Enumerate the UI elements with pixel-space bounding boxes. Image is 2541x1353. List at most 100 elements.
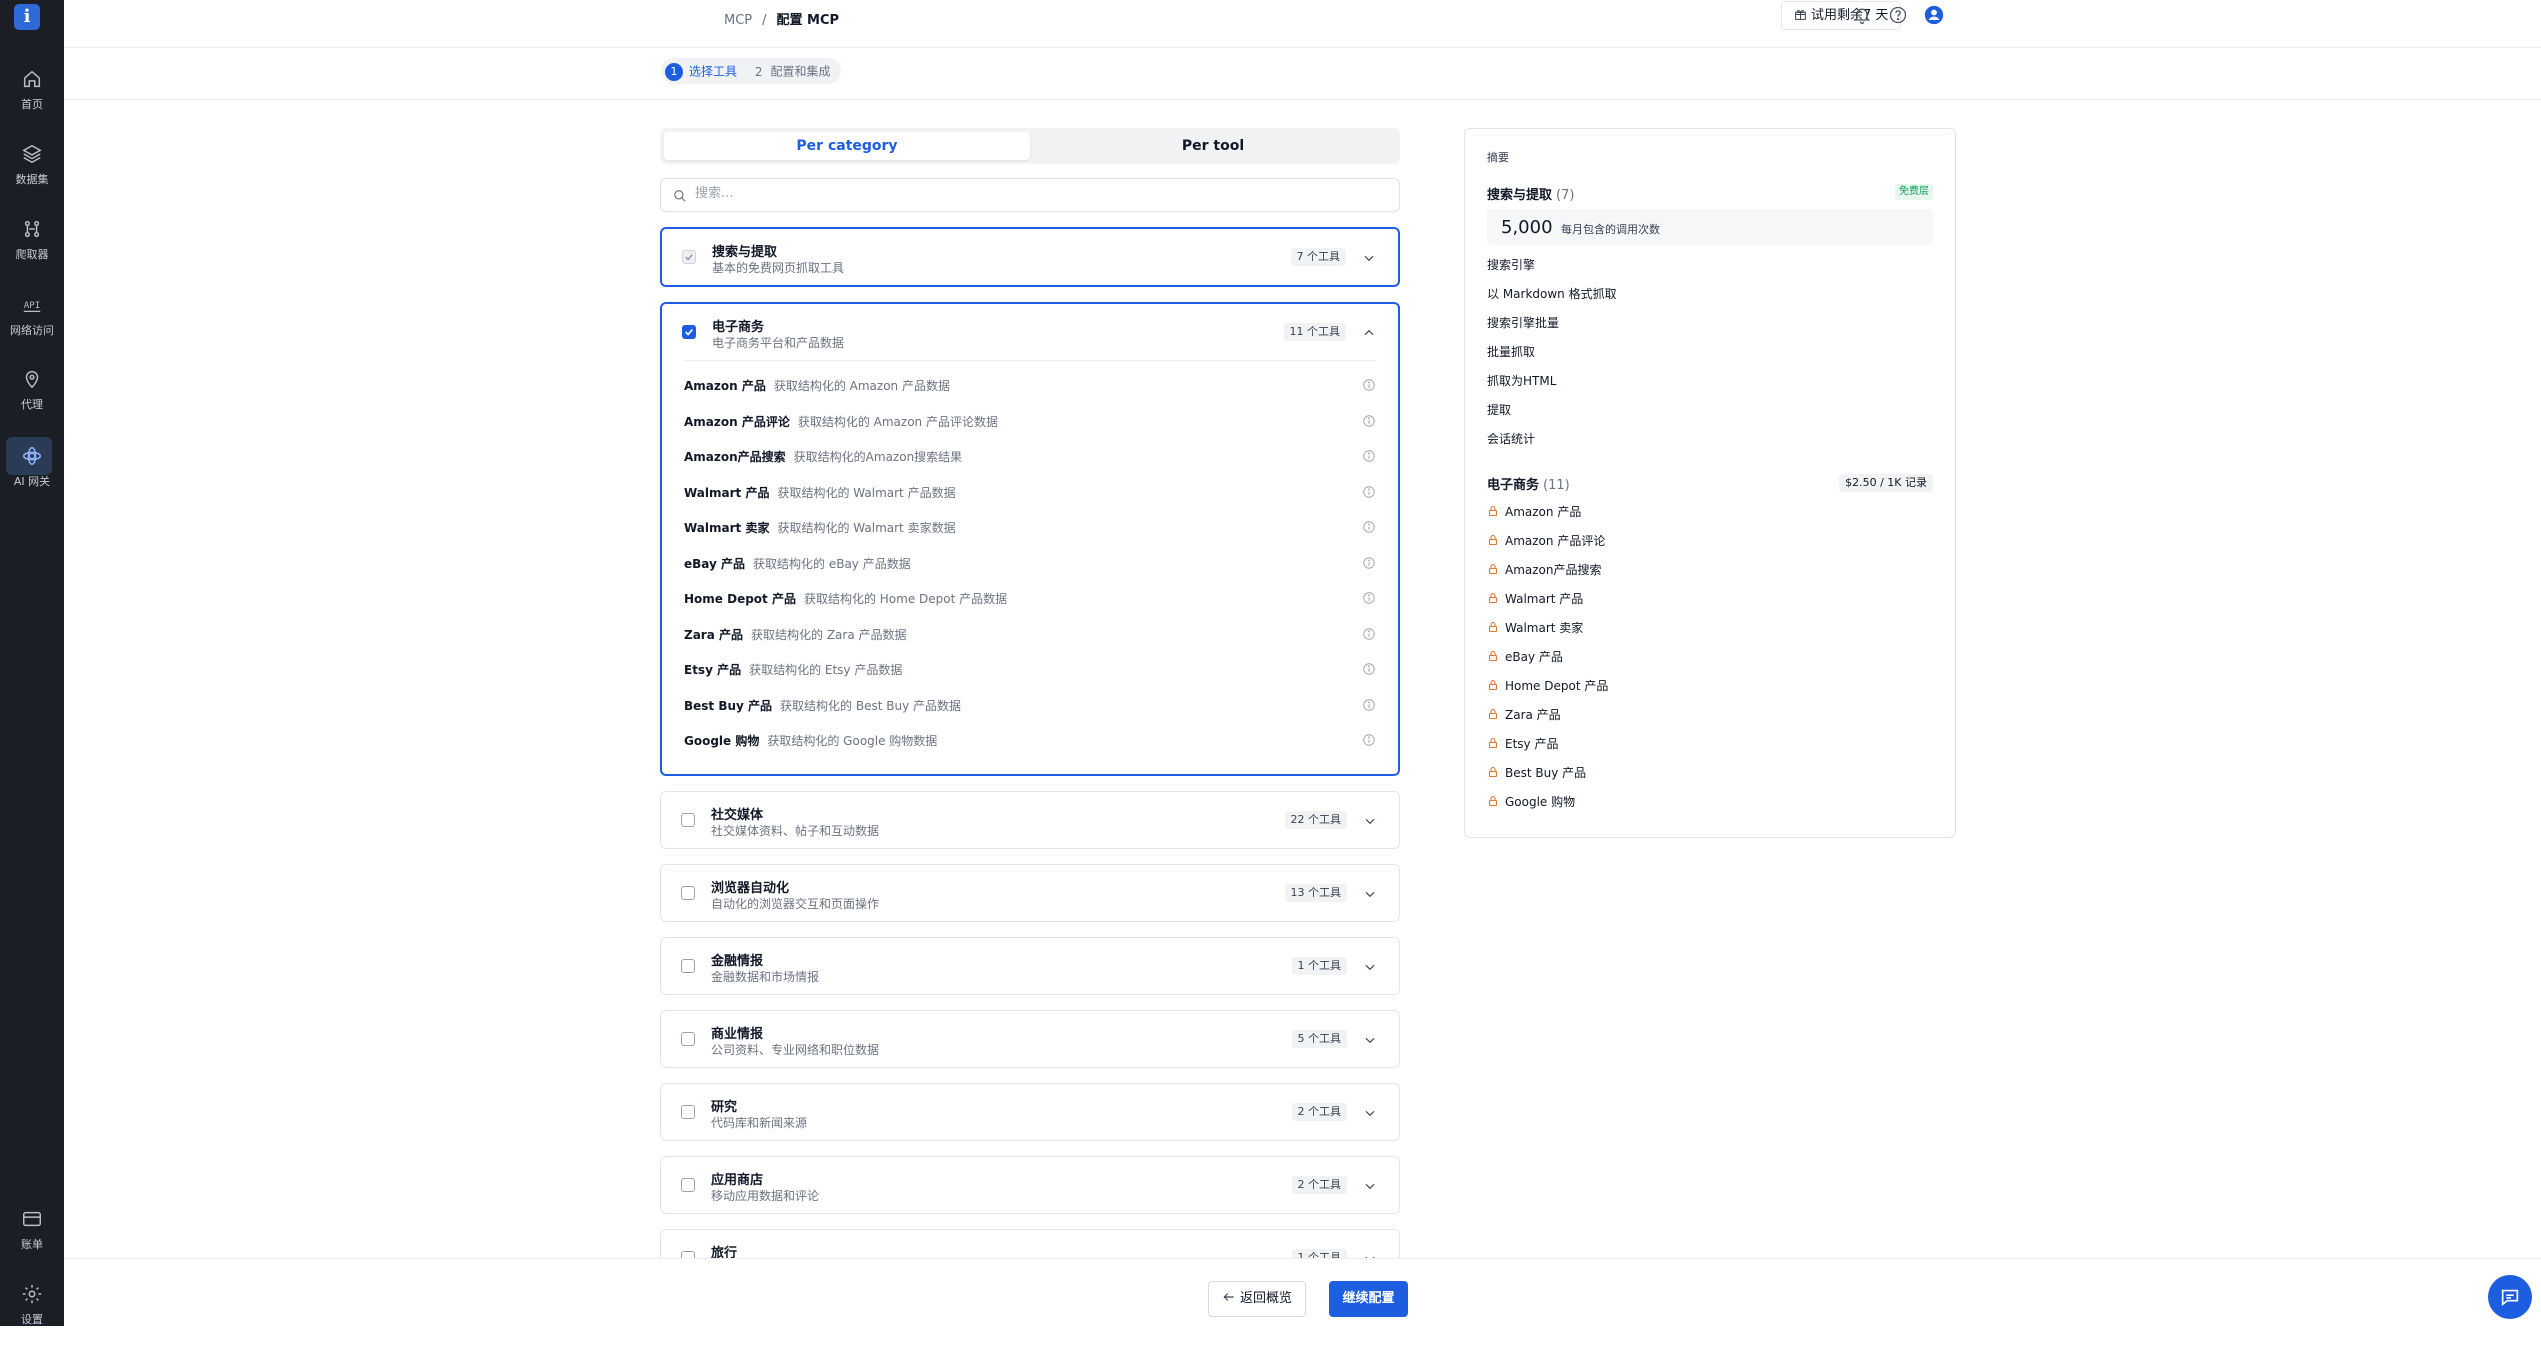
sidebar-item-settings[interactable]: 设置: [0, 1283, 64, 1353]
tool-description: 获取结构化的 Amazon 产品数据: [773, 379, 950, 393]
sidebar-item-datasets[interactable]: 数据集: [0, 143, 64, 213]
breadcrumb-root[interactable]: MCP: [724, 13, 752, 28]
lock-icon: [1488, 737, 1498, 749]
tool-row[interactable]: Google 购物 获取结构化的 Google 购物数据: [684, 732, 1376, 768]
category-card[interactable]: 浏览器自动化 自动化的浏览器交互和页面操作 13 个工具: [660, 863, 1400, 922]
category-checkbox[interactable]: [681, 1031, 695, 1046]
chevron-down-icon[interactable]: [1363, 1179, 1377, 1193]
chevron-down-icon[interactable]: [1363, 960, 1377, 974]
back-to-overview-button[interactable]: 返回概览: [1208, 1281, 1306, 1317]
info-icon[interactable]: [1362, 698, 1376, 712]
gift-icon: [1795, 10, 1806, 20]
category-card[interactable]: 商业情报 公司资料、专业网络和职位数据 5 个工具: [660, 1009, 1400, 1068]
step-2-number: 2: [754, 64, 763, 79]
tool-row[interactable]: Etsy 产品 获取结构化的 Etsy 产品数据: [684, 661, 1376, 697]
tool-row[interactable]: Best Buy 产品 获取结构化的 Best Buy 产品数据: [684, 697, 1376, 733]
tool-row[interactable]: Zara 产品 获取结构化的 Zara 产品数据: [684, 626, 1376, 662]
tool-row[interactable]: Home Depot 产品 获取结构化的 Home Depot 产品数据: [684, 590, 1376, 626]
tool-row[interactable]: eBay 产品 获取结构化的 eBay 产品数据: [684, 555, 1376, 591]
sidebar-item-ai-gateway[interactable]: AI 网关: [0, 437, 64, 515]
chevron-down-icon[interactable]: [1363, 1106, 1377, 1120]
category-title: 金融情报: [711, 953, 764, 969]
category-checkbox[interactable]: [681, 812, 695, 827]
sidebar-item-billing[interactable]: 账单: [0, 1208, 64, 1278]
category-card[interactable]: 社交媒体 社交媒体资料、帖子和互动数据 22 个工具: [660, 790, 1400, 849]
category-card[interactable]: 旅行 1 个工具: [660, 1228, 1400, 1258]
tool-name: Amazon 产品: [684, 379, 766, 393]
category-checkbox[interactable]: [681, 885, 695, 900]
info-icon[interactable]: [1362, 485, 1376, 499]
tab-per-category[interactable]: Per category: [664, 132, 1030, 160]
category-checkbox[interactable]: [681, 1104, 695, 1119]
category-checkbox[interactable]: [681, 958, 695, 973]
category-title: 搜索与提取: [712, 245, 778, 260]
category-card[interactable]: 应用商店 移动应用数据和评论 2 个工具: [660, 1155, 1400, 1214]
billing-icon: [23, 1211, 41, 1227]
back-label: 返回概览: [1239, 1291, 1292, 1306]
tool-row[interactable]: Amazon 产品 获取结构化的 Amazon 产品数据: [684, 377, 1376, 413]
category-checkbox[interactable]: [682, 325, 696, 339]
check-icon: [685, 328, 693, 336]
tool-description: 获取结构化的 Google 购物数据: [767, 734, 938, 748]
summary-section-title: 电子商务 (11): [1487, 474, 1570, 493]
step-2-label[interactable]: 配置和集成: [770, 65, 830, 79]
lock-icon: [1488, 592, 1498, 604]
step-1-label[interactable]: 选择工具: [689, 65, 737, 79]
tool-name: Amazon产品搜索: [684, 450, 786, 464]
sidebar-item-scrapers[interactable]: 爬取器: [0, 218, 64, 288]
category-card-ecommerce[interactable]: 电子商务 电子商务平台和产品数据 11 个工具 Amazon 产品 获取结构化的 …: [660, 302, 1400, 776]
quota-number: 5,000: [1501, 217, 1553, 238]
tool-selection-panel: Per category Per tool 搜索与提取 基本的免费网页抓取工具 …: [660, 128, 1400, 1258]
breadcrumb: MCP / 配置 MCP: [724, 9, 839, 28]
trial-button[interactable]: 试用剩余7 天: [1781, 1, 1902, 30]
sidebar-item-proxy[interactable]: 代理: [0, 368, 64, 438]
continue-button[interactable]: 继续配置: [1329, 1281, 1408, 1317]
section-name: 搜索与提取: [1487, 188, 1553, 203]
info-icon[interactable]: [1362, 449, 1376, 463]
category-card-search-extract[interactable]: 搜索与提取 基本的免费网页抓取工具 7 个工具: [660, 227, 1400, 287]
info-icon[interactable]: [1362, 378, 1376, 392]
info-icon[interactable]: [1362, 591, 1376, 605]
brand-logo[interactable]: i: [14, 4, 40, 30]
tool-list: Amazon 产品 获取结构化的 Amazon 产品数据 Amazon 产品评论 获取…: [684, 360, 1376, 774]
summary-tool-item: Amazon 产品: [1487, 503, 1608, 532]
summary-tool-name: Walmart 卖家: [1505, 621, 1584, 635]
summary-heading: 摘要: [1487, 151, 1509, 164]
summary-tool-item: 会话统计: [1487, 432, 1536, 446]
chevron-down-icon[interactable]: [1362, 251, 1376, 265]
chevron-down-icon[interactable]: [1363, 1033, 1377, 1047]
info-icon[interactable]: [1362, 556, 1376, 570]
chevron-up-icon[interactable]: [1362, 326, 1376, 340]
lock-icon: [1488, 563, 1498, 575]
sidebar-item-home[interactable]: 首页: [0, 68, 64, 138]
help-icon[interactable]: [1888, 5, 1908, 25]
tool-row[interactable]: Walmart 产品 获取结构化的 Walmart 产品数据: [684, 484, 1376, 520]
sidebar: i 首页 数据集 爬取器 API 网络访问 代理 AI 网关 账单 设置: [0, 0, 64, 1326]
tool-row[interactable]: Amazon产品搜索 获取结构化的Amazon搜索结果: [684, 448, 1376, 484]
summary-ecommerce-list: Amazon 产品 Amazon 产品评论 Amazon产品搜索 Walmart 产品…: [1487, 503, 1608, 822]
tool-description: 获取结构化的 Best Buy 产品数据: [780, 698, 962, 713]
breadcrumb-separator: /: [762, 13, 767, 28]
summary-tool-item: 批量抓取: [1487, 345, 1536, 359]
bell-icon[interactable]: [1852, 5, 1872, 25]
summary-tool-name: Best Buy 产品: [1505, 766, 1587, 780]
info-icon[interactable]: [1362, 627, 1376, 641]
search-input[interactable]: [695, 186, 1375, 201]
category-card[interactable]: 金融情报 金融数据和市场情报 1 个工具: [660, 936, 1400, 995]
tool-row[interactable]: Amazon 产品评论 获取结构化的 Amazon 产品评论数据: [684, 413, 1376, 449]
chevron-down-icon[interactable]: [1363, 814, 1377, 828]
chevron-down-icon[interactable]: [1363, 887, 1377, 901]
user-avatar-icon[interactable]: [1924, 5, 1944, 25]
category-checkbox[interactable]: [681, 1177, 695, 1192]
info-icon[interactable]: [1362, 662, 1376, 676]
summary-tool-item: eBay 产品: [1487, 648, 1608, 677]
tool-row[interactable]: Walmart 卖家 获取结构化的 Walmart 卖家数据: [684, 519, 1376, 555]
tab-per-tool[interactable]: Per tool: [1030, 132, 1396, 160]
info-icon[interactable]: [1362, 733, 1376, 747]
chat-button[interactable]: [2488, 1275, 2532, 1319]
info-icon[interactable]: [1362, 414, 1376, 428]
category-card[interactable]: 研究 代码库和新闻来源 2 个工具: [660, 1082, 1400, 1141]
info-icon[interactable]: [1362, 520, 1376, 534]
category-checkbox[interactable]: [681, 1250, 695, 1258]
sidebar-item-web-access[interactable]: API 网络访问: [0, 294, 64, 364]
